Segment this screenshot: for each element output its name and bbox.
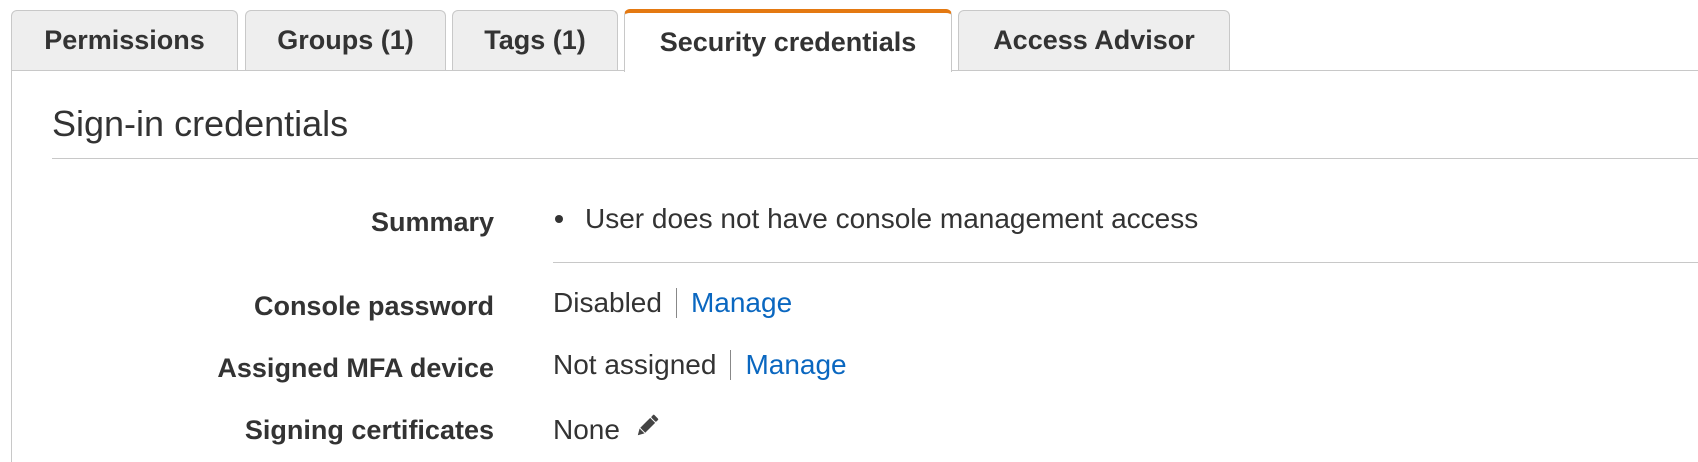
pencil-icon-glyph <box>637 414 659 436</box>
tab-access-advisor[interactable]: Access Advisor <box>958 10 1230 70</box>
mfa-device-label: Assigned MFA device <box>217 353 494 383</box>
tab-label: Tags (1) <box>484 25 586 55</box>
tab-security-credentials[interactable]: Security credentials <box>624 9 952 72</box>
tab-groups[interactable]: Groups (1) <box>245 10 446 70</box>
mfa-device-value: Not assigned <box>553 349 717 380</box>
section-title: Sign-in credentials <box>52 103 349 144</box>
bullet-icon <box>555 215 563 223</box>
manage-mfa-device-link[interactable]: Manage <box>745 349 846 381</box>
summary-label: Summary <box>370 207 494 237</box>
manage-console-password-link[interactable]: Manage <box>691 287 792 319</box>
tab-label: Access Advisor <box>993 25 1195 55</box>
summary-list: User does not have console management ac… <box>553 203 1198 235</box>
signing-certificates-value: None <box>553 413 620 445</box>
iam-user-security-view: Permissions Groups (1) Tags (1) Security… <box>0 0 1698 462</box>
tab-label: Security credentials <box>659 27 917 57</box>
separator <box>675 288 677 318</box>
tab-tags[interactable]: Tags (1) <box>452 10 618 70</box>
mfa-device-value-group: Not assigned Manage <box>553 349 847 381</box>
section-divider <box>52 158 1698 159</box>
signing-certificates-label: Signing certificates <box>244 415 494 445</box>
summary-divider <box>553 262 1698 263</box>
pencil-icon[interactable] <box>632 411 662 448</box>
signing-certificates-value-group: None <box>553 411 662 448</box>
separator <box>730 350 732 380</box>
summary-item: User does not have console management ac… <box>585 203 1199 234</box>
console-password-label: Console password <box>253 291 494 321</box>
console-password-value: Disabled <box>553 287 662 318</box>
tab-permissions[interactable]: Permissions <box>11 10 238 70</box>
tab-label: Permissions <box>44 25 205 55</box>
tab-label: Groups (1) <box>277 25 414 55</box>
console-password-value-group: Disabled Manage <box>553 287 792 319</box>
